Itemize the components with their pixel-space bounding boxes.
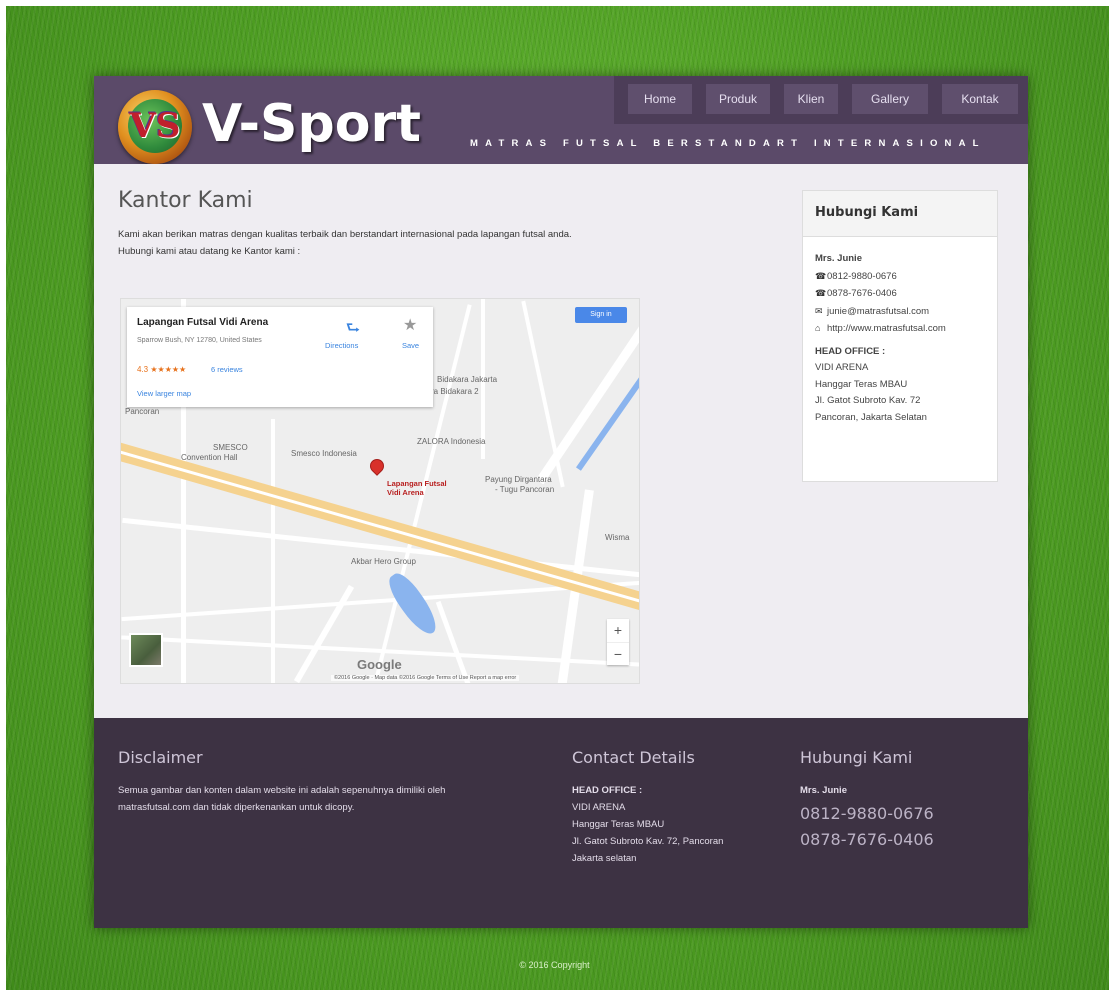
phone-icon: ☎ xyxy=(815,270,827,281)
brand-name[interactable]: V-Sport xyxy=(202,94,421,154)
save-star-icon[interactable]: ★ xyxy=(403,315,417,335)
pin-label-line-2: Vidi Arena xyxy=(387,488,424,497)
copyright-text: © 2016 Copyright xyxy=(519,960,590,970)
contact-sidebar-header: Hubungi Kami xyxy=(803,191,997,237)
home-icon: ⌂ xyxy=(815,323,821,333)
location-pin-icon[interactable] xyxy=(367,456,387,476)
intro-line-1: Kami akan berikan matras dengan kualitas… xyxy=(118,229,572,240)
contact-website[interactable]: ⌂ http://www.matrasfutsal.com xyxy=(815,320,995,338)
contact-phone-1[interactable]: ☎0812-9880-0676 xyxy=(815,268,995,286)
page-title: Kantor Kami xyxy=(118,188,253,213)
site-container: VS V-Sport MATRAS FUTSAL BERSTANDART INT… xyxy=(94,76,1028,928)
map-river xyxy=(575,377,639,471)
screenshot-border-bottom xyxy=(0,990,1109,994)
nav-home[interactable]: Home xyxy=(628,84,692,114)
map-label: - Tugu Pancoran xyxy=(495,485,555,494)
disclaimer-title: Disclaimer xyxy=(118,748,203,767)
logo-icon[interactable]: VS xyxy=(118,90,192,164)
contact-details-text: HEAD OFFICE : VIDI ARENA Hanggar Teras M… xyxy=(572,782,782,867)
satellite-toggle[interactable] xyxy=(129,633,163,667)
map-road xyxy=(435,600,472,683)
zoom-in-button[interactable]: + xyxy=(607,619,629,642)
google-map[interactable]: SMESCO Convention Hall Smesco Indonesia … xyxy=(120,298,640,684)
map-attribution[interactable]: ©2016 Google · Map data ©2016 Google Ter… xyxy=(331,675,520,681)
map-label: Akbar Hero Group xyxy=(351,557,416,566)
place-address: Sparrow Bush, NY 12780, United States xyxy=(137,337,262,344)
footer-office-line-3: Jl. Gatot Subroto Kav. 72, Pancoran xyxy=(572,836,724,847)
pin-label: Lapangan Futsal Vidi Arena xyxy=(387,479,447,497)
footer-hubungi-title: Hubungi Kami xyxy=(800,748,913,767)
zoom-control: + − xyxy=(607,619,629,665)
sign-in-button[interactable]: Sign in xyxy=(575,307,627,323)
website-text: http://www.matrasfutsal.com xyxy=(827,323,946,334)
directions-link[interactable]: Directions xyxy=(325,341,358,350)
tagline: MATRAS FUTSAL BERSTANDART INTERNASIONAL xyxy=(470,138,986,149)
footer-office-line-2: Hanggar Teras MBAU xyxy=(572,819,665,830)
disclaimer-line-2: matrasfutsal.com dan tidak diperkenankan… xyxy=(118,802,355,813)
map-label: ra Bidakara 2 xyxy=(431,387,479,396)
map-label: SMESCO xyxy=(213,443,248,452)
footer-phone-1[interactable]: 0812-9880-0676 xyxy=(800,804,934,823)
phone-2-text: 0878-7676-0406 xyxy=(827,288,897,299)
map-label: Smesco Indonesia xyxy=(291,449,357,458)
main-content: Kantor Kami Kami akan berikan matras den… xyxy=(94,164,1028,718)
contact-details-title: Contact Details xyxy=(572,748,695,767)
map-label: Pancoran xyxy=(125,407,160,416)
contact-sidebar-body: Mrs. Junie ☎0812-9880-0676 ☎0878-7676-04… xyxy=(815,251,995,426)
site-header: VS V-Sport MATRAS FUTSAL BERSTANDART INT… xyxy=(94,76,1028,164)
contact-email[interactable]: ✉ junie@matrasfutsal.com xyxy=(815,303,995,321)
intro-line-2: Hubungi kami atau datang ke Kantor kami … xyxy=(118,246,301,257)
contact-phone-2[interactable]: ☎0878-7676-0406 xyxy=(815,285,995,303)
logo-monogram: VS xyxy=(129,106,181,146)
nav-kontak[interactable]: Kontak xyxy=(942,84,1018,114)
map-road xyxy=(293,584,355,683)
disclaimer-text: Semua gambar dan konten dalam website in… xyxy=(118,782,558,816)
email-text: junie@matrasfutsal.com xyxy=(827,305,930,317)
map-label: Wisma xyxy=(605,533,630,542)
place-name: Lapangan Futsal Vidi Arena xyxy=(137,317,269,328)
screenshot-border-left xyxy=(0,0,6,994)
contact-sidebar-title: Hubungi Kami xyxy=(815,205,919,220)
nav-klien[interactable]: Klien xyxy=(784,84,838,114)
reviews-link[interactable]: 6 reviews xyxy=(211,365,243,374)
footer-office-label: HEAD OFFICE : xyxy=(572,785,643,796)
phone-1-text: 0812-9880-0676 xyxy=(827,270,897,282)
save-link[interactable]: Save xyxy=(402,341,419,350)
nav-produk[interactable]: Produk xyxy=(706,84,770,114)
contact-name: Mrs. Junie xyxy=(815,253,862,264)
envelope-icon: ✉ xyxy=(815,305,823,316)
disclaimer-line-1: Semua gambar dan konten dalam website in… xyxy=(118,785,446,796)
phone-icon: ☎ xyxy=(815,288,827,298)
directions-icon[interactable]: ⮑ xyxy=(343,317,363,344)
google-logo: Google xyxy=(357,657,402,672)
footer-phone-2[interactable]: 0878-7676-0406 xyxy=(800,830,934,849)
map-label: ZALORA Indonesia xyxy=(417,437,486,446)
map-label: Payung Dirgantara xyxy=(485,475,552,484)
office-label: HEAD OFFICE : xyxy=(815,345,886,357)
footer-office-line-1: VIDI ARENA xyxy=(572,802,626,813)
place-info-card: Lapangan Futsal Vidi Arena Sparrow Bush,… xyxy=(127,307,433,407)
site-footer: Disclaimer Semua gambar dan konten dalam… xyxy=(94,718,1028,928)
map-label: Bidakara Jakarta xyxy=(437,375,498,384)
office-line-2: Hanggar Teras MBAU xyxy=(815,378,908,390)
screenshot-border-top xyxy=(0,0,1109,6)
intro-text: Kami akan berikan matras dengan kualitas… xyxy=(118,226,758,260)
contact-sidebar: Hubungi Kami Mrs. Junie ☎0812-9880-0676 … xyxy=(802,190,998,482)
main-nav: Home Produk Klien Gallery Kontak xyxy=(614,76,1028,124)
map-label: Convention Hall xyxy=(181,453,238,462)
zoom-out-button[interactable]: − xyxy=(607,642,629,665)
place-rating: 4.3 ★★★★★ xyxy=(137,365,187,374)
nav-gallery[interactable]: Gallery xyxy=(852,84,928,114)
office-line-3: Jl. Gatot Subroto Kav. 72 xyxy=(815,395,921,406)
office-line-1: VIDI ARENA xyxy=(815,362,869,373)
view-larger-map-link[interactable]: View larger map xyxy=(137,389,191,398)
footer-contact-name: Mrs. Junie xyxy=(800,785,847,796)
pin-label-line-1: Lapangan Futsal xyxy=(387,479,447,488)
office-line-4: Pancoran, Jakarta Selatan xyxy=(815,411,927,423)
footer-office-line-4: Jakarta selatan xyxy=(572,853,637,864)
